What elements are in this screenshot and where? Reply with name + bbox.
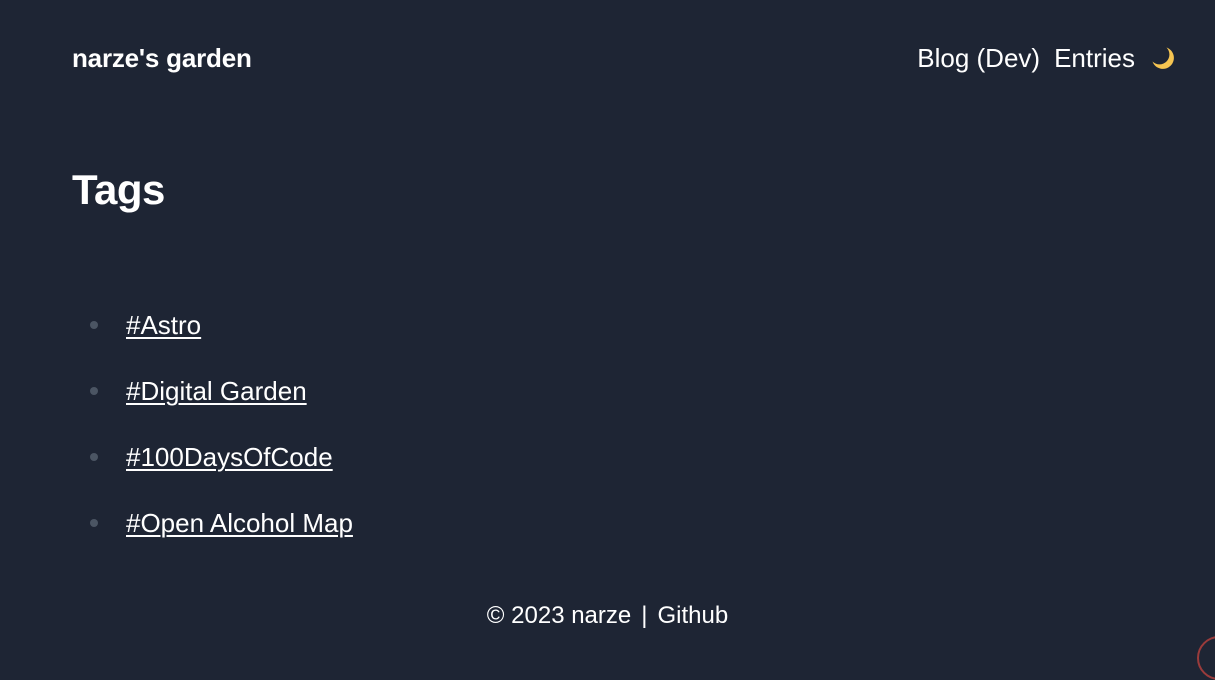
tag-list-item: #Digital Garden xyxy=(72,366,353,432)
copyright-text: © 2023 narze xyxy=(486,602,632,629)
nav-link-entries[interactable]: Entries xyxy=(1054,43,1135,74)
theme-toggle-button[interactable] xyxy=(1149,44,1177,72)
tag-list-item: #Open Alcohol Map xyxy=(72,498,353,564)
site-title-link[interactable]: narze's garden xyxy=(72,43,252,74)
tag-list-item: #Astro xyxy=(72,300,353,366)
tag-link-100daysofcode[interactable]: #100DaysOfCode xyxy=(126,442,333,472)
page-title: Tags xyxy=(72,166,165,213)
main-nav: Blog (Dev) Entries xyxy=(917,43,1177,74)
moon-icon xyxy=(1152,47,1174,69)
tag-list: #Astro #Digital Garden #100DaysOfCode #O… xyxy=(72,300,353,564)
footer-separator: | xyxy=(641,602,648,629)
bullet-icon xyxy=(90,387,98,395)
corner-widget-button[interactable] xyxy=(1197,636,1215,680)
github-link[interactable]: Github xyxy=(657,602,728,629)
site-footer: © 2023 narze | Github xyxy=(0,602,1215,630)
tag-link-astro[interactable]: #Astro xyxy=(126,310,201,340)
nav-link-blog-dev[interactable]: Blog (Dev) xyxy=(917,43,1040,74)
tag-list-item: #100DaysOfCode xyxy=(72,432,353,498)
bullet-icon xyxy=(90,453,98,461)
site-header: narze's garden Blog (Dev) Entries xyxy=(72,38,1177,78)
bullet-icon xyxy=(90,321,98,329)
tag-link-open-alcohol-map[interactable]: #Open Alcohol Map xyxy=(126,508,353,538)
bullet-icon xyxy=(90,519,98,527)
tag-link-digital-garden[interactable]: #Digital Garden xyxy=(126,376,307,406)
